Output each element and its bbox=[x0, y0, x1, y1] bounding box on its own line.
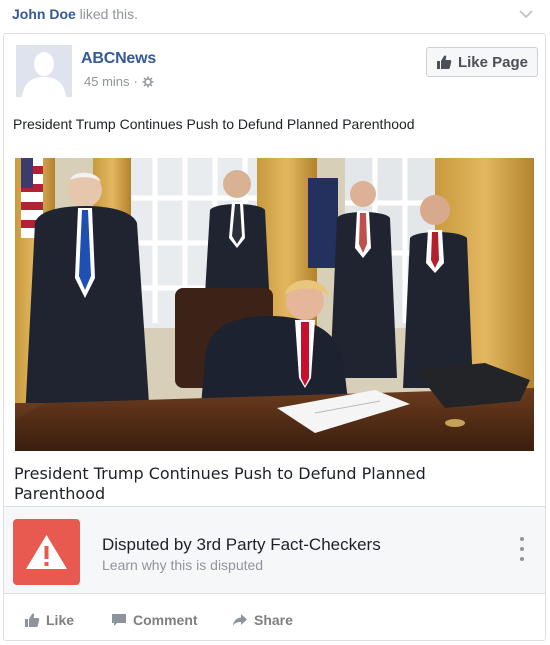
comment-icon bbox=[112, 614, 126, 626]
comment-button[interactable]: Comment bbox=[111, 612, 198, 628]
default-avatar-icon bbox=[16, 45, 72, 97]
chevron-down-icon[interactable] bbox=[518, 8, 534, 20]
share-button[interactable]: Share bbox=[232, 612, 293, 628]
more-options-icon[interactable] bbox=[519, 537, 525, 565]
meta-separator: · bbox=[133, 74, 138, 89]
privacy-gear-icon[interactable] bbox=[142, 76, 154, 88]
thumbs-up-icon bbox=[25, 613, 40, 627]
action-bar: Like Comment Share bbox=[4, 604, 545, 640]
liked-text: John Doe liked this. bbox=[12, 6, 138, 22]
comment-label: Comment bbox=[133, 612, 198, 628]
post-meta: 45 mins · bbox=[84, 74, 154, 89]
like-page-label: Like Page bbox=[457, 53, 529, 71]
disputed-banner[interactable]: Disputed by 3rd Party Fact-Checkers Lear… bbox=[4, 506, 545, 594]
link-title[interactable]: President Trump Continues Push to Defund… bbox=[14, 464, 514, 504]
post-time[interactable]: 45 mins bbox=[84, 74, 130, 89]
share-arrow-icon bbox=[233, 614, 247, 626]
liker-name-link[interactable]: John Doe bbox=[12, 6, 76, 22]
page-name-link[interactable]: ABCNews bbox=[81, 50, 156, 68]
post-card: ABCNews 45 mins · Like Page President Tr… bbox=[3, 33, 546, 641]
liked-suffix: liked this. bbox=[75, 6, 139, 22]
share-label: Share bbox=[254, 612, 293, 628]
like-page-button[interactable]: Like Page bbox=[426, 47, 538, 77]
warning-badge bbox=[13, 519, 80, 585]
dispute-title: Disputed by 3rd Party Fact-Checkers bbox=[102, 535, 381, 554]
post-text: President Trump Continues Push to Defund… bbox=[13, 116, 415, 132]
like-button[interactable]: Like bbox=[24, 612, 74, 628]
liked-bar: John Doe liked this. bbox=[0, 0, 550, 32]
oval-office-photo bbox=[15, 158, 534, 451]
warning-triangle-icon bbox=[26, 535, 67, 569]
page-avatar[interactable] bbox=[16, 45, 72, 97]
like-label: Like bbox=[46, 612, 75, 628]
post-photo[interactable] bbox=[15, 158, 534, 451]
thumbs-up-icon bbox=[436, 55, 452, 69]
dispute-learn-link[interactable]: Learn why this is disputed bbox=[102, 557, 263, 573]
